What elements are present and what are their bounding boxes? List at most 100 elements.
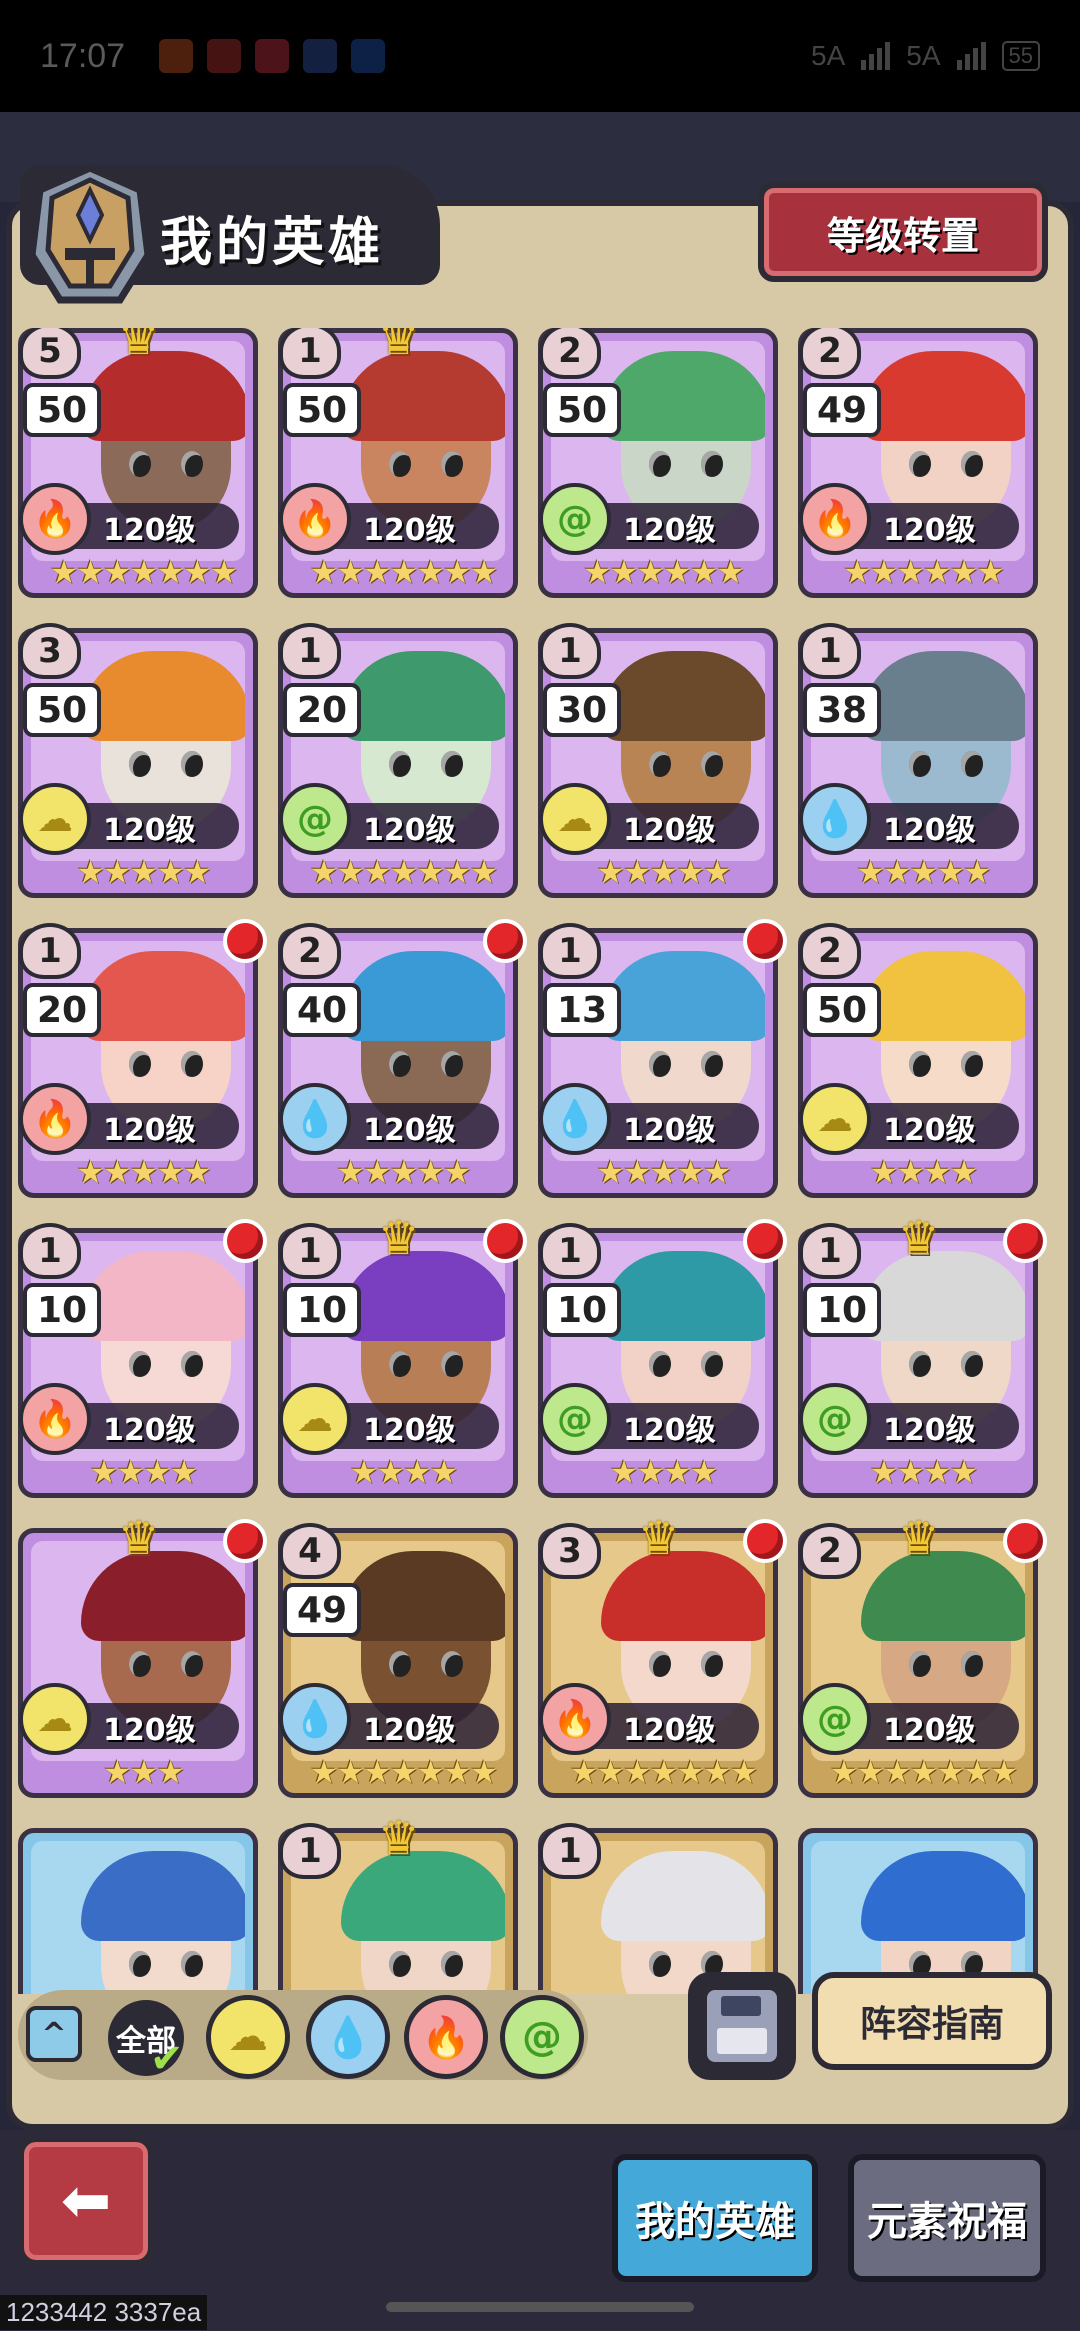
hero-stars: ★★★★★★	[582, 553, 745, 591]
hero-eye	[389, 1351, 411, 1377]
hero-eye	[389, 1051, 411, 1077]
hero-eye	[129, 1951, 151, 1977]
fire-element-icon: 🔥	[19, 483, 91, 555]
hero-eye	[961, 451, 983, 477]
collapse-filter-button[interactable]: ^	[26, 2006, 82, 2062]
save-lineup-button[interactable]	[688, 1972, 796, 2080]
app-notification-icon	[159, 39, 194, 73]
hero-card[interactable]	[18, 1828, 258, 1994]
hero-shard-count: 10	[543, 1283, 621, 1337]
hero-portrait	[31, 1841, 245, 1994]
hero-rank-badge: 1	[279, 623, 341, 679]
hero-card[interactable]: 120级 @2 ♛ ★★★★★★★	[798, 1511, 1047, 1798]
hero-eye	[441, 751, 463, 777]
hero-eye	[389, 1951, 411, 1977]
hero-hair	[861, 651, 1025, 741]
battery-icon: 55	[1001, 41, 1040, 71]
status-indicators: 5A 5A 55	[811, 40, 1040, 72]
back-button[interactable]: ⬅	[18, 2136, 154, 2266]
hero-card[interactable]: 120级 @1 20 ★★★★★★★	[278, 623, 518, 898]
hero-eye	[909, 1051, 931, 1077]
hero-card[interactable]: 120级 ☁ 3 50 ★★★★★	[18, 623, 258, 898]
hero-shard-count: 50	[803, 983, 881, 1037]
hero-rank-badge: 1	[539, 1223, 601, 1279]
hero-stars: ★★★★★★★	[309, 553, 499, 591]
chevron-up-icon: ^	[41, 2016, 67, 2052]
app-notification-icon	[255, 39, 290, 73]
hero-card[interactable]: 1 ♛	[278, 1811, 518, 1994]
hero-eye	[389, 751, 411, 777]
hero-level: 120级	[883, 1713, 976, 1748]
hero-card[interactable]: 120级 💧 2 40 ★★★★★	[278, 919, 527, 1198]
home-indicator[interactable]	[386, 2302, 694, 2312]
hero-level: 120级	[103, 813, 196, 848]
hero-card[interactable]	[798, 1828, 1038, 1994]
hero-eye	[129, 1651, 151, 1677]
filter-wind-button[interactable]: @	[500, 1995, 584, 2079]
debug-footnote: 1233442 3337ea	[0, 2295, 208, 2330]
hero-card[interactable]: 120级 @1 10 ♛ ★★★★	[798, 1211, 1047, 1498]
filter-earth-button[interactable]: ☁	[206, 1995, 290, 2079]
wind-element-icon: @	[539, 1383, 611, 1455]
tab-my-heroes[interactable]: 我的英雄	[612, 2154, 818, 2282]
wind-element-icon: @	[522, 2014, 562, 2060]
hero-stars: ★★★★★★	[842, 553, 1005, 591]
hero-card[interactable]: 1	[538, 1823, 778, 1994]
hero-shard-count: 10	[803, 1283, 881, 1337]
earth-element-icon: ☁	[19, 783, 91, 855]
lineup-guide-button[interactable]: 阵容指南	[812, 1972, 1052, 2070]
hero-card[interactable]: 120级 💧 1 38 ★★★★★	[798, 623, 1038, 898]
tab-element-blessing[interactable]: 元素祝福	[848, 2154, 1046, 2282]
hero-card[interactable]: 120级 💧 1 13 ★★★★★	[538, 919, 787, 1198]
hero-eye	[129, 1051, 151, 1077]
hero-card[interactable]: 120级 ☁ 1 30 ★★★★★	[538, 623, 778, 898]
hero-stars: ★★★★★	[76, 853, 211, 891]
notification-dot	[223, 919, 267, 963]
hero-card[interactable]: 120级 ☁ ♛ ★★★	[18, 1511, 267, 1798]
hero-rank-badge: 1	[279, 328, 341, 379]
hero-eye	[701, 1051, 723, 1077]
crown-icon: ♛	[378, 1811, 420, 1865]
crown-icon: ♛	[118, 328, 160, 365]
hero-eye	[441, 1051, 463, 1077]
hero-card[interactable]: 120级 🔥 1 20 ★★★★★	[18, 919, 267, 1198]
hero-level: 120级	[363, 1113, 456, 1148]
hero-shard-count: 49	[803, 383, 881, 437]
crown-icon: ♛	[378, 1211, 420, 1265]
hero-stars: ★★★★★	[596, 853, 731, 891]
hero-card[interactable]: 120级 🔥 1 50 ♛ ★★★★★★★	[278, 328, 518, 598]
hero-rank-badge: 3	[19, 623, 81, 679]
hero-shard-count: 10	[283, 1283, 361, 1337]
signal-icon	[861, 42, 891, 70]
hero-hair	[601, 651, 765, 741]
hero-card[interactable]: 120级 @2 50 ★★★★★★	[538, 328, 778, 598]
hero-hair	[861, 351, 1025, 441]
level-transfer-button[interactable]: 等级转置	[758, 182, 1048, 282]
hero-grid: 120级 🔥 5 50 ♛ ★★★★★★★ 120级 🔥 1 50 ♛ ★★★★★★★ 120级 @2 50…	[18, 328, 1058, 1994]
signal-icon	[956, 42, 986, 70]
filter-water-button[interactable]: 💧	[306, 1995, 390, 2079]
hero-hair	[601, 1251, 765, 1341]
crown-icon: ♛	[898, 1211, 940, 1265]
hero-rank-badge: 1	[539, 1823, 601, 1879]
hero-stars: ★★★★★★★	[829, 1753, 1019, 1791]
hero-card[interactable]: 120级 💧 4 49 ★★★★★★★	[278, 1523, 518, 1798]
hero-shard-count: 20	[283, 683, 361, 737]
hero-card[interactable]: 120级 ☁ 1 10 ♛ ★★★★	[278, 1211, 527, 1498]
wind-element-icon: @	[799, 1683, 871, 1755]
hero-card[interactable]: 120级 @1 10 ★★★★	[538, 1219, 787, 1498]
hero-card[interactable]: 120级 🔥 1 10 ★★★★	[18, 1219, 267, 1498]
filter-fire-button[interactable]: 🔥	[404, 1995, 488, 2079]
hero-card[interactable]: 120级 🔥 2 49 ★★★★★★	[798, 328, 1038, 598]
hero-eye	[701, 1351, 723, 1377]
hero-hair	[601, 1851, 765, 1941]
checkmark-icon: ✔	[150, 2036, 184, 2082]
hero-card[interactable]: 120级 🔥 5 50 ♛ ★★★★★★★	[18, 328, 258, 598]
hero-card[interactable]: 120级 ☁ 2 50 ★★★★	[798, 923, 1038, 1198]
notification-dot	[743, 1519, 787, 1563]
hero-rank-badge: 1	[539, 623, 601, 679]
hero-level: 120级	[883, 1113, 976, 1148]
hero-card[interactable]: 120级 🔥 3 ♛ ★★★★★★★	[538, 1511, 787, 1798]
hero-level: 120级	[623, 1713, 716, 1748]
hero-level: 120级	[623, 813, 716, 848]
